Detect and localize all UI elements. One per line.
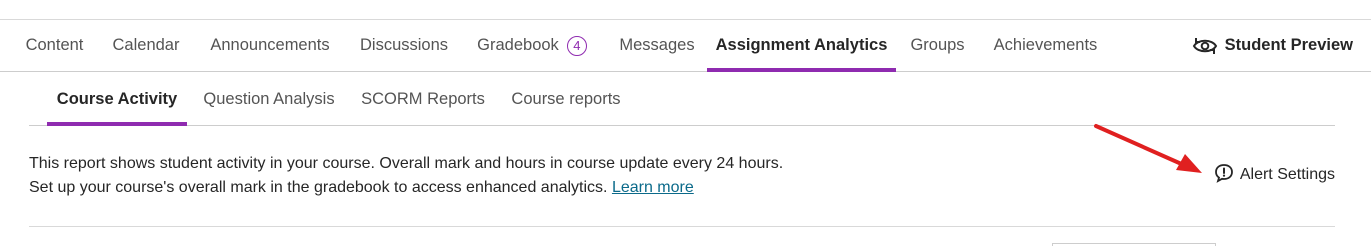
nav-item-label: Groups (910, 36, 965, 54)
alert-bubble-icon (1214, 163, 1234, 188)
annotation-arrow (1094, 124, 1202, 173)
nav-item-label: Messages (619, 36, 695, 54)
tab-scorm-reports[interactable]: SCORM Reports (357, 73, 489, 125)
nav-item-calendar[interactable]: Calendar (106, 20, 186, 71)
report-description: This report shows student activity in yo… (29, 152, 929, 200)
description-line-2-text: Set up your course's overall mark in the… (29, 179, 608, 196)
tab-course-activity[interactable]: Course Activity (47, 73, 187, 126)
tab-label: SCORM Reports (361, 89, 485, 108)
alert-settings-button[interactable]: Alert Settings (1214, 163, 1335, 187)
nav-item-label: Assignment Analytics (715, 36, 888, 54)
nav-item-achievements[interactable]: Achievements (986, 20, 1105, 71)
tab-label: Question Analysis (203, 89, 335, 108)
analytics-tabs: Course Activity Question Analysis SCORM … (29, 73, 1335, 126)
nav-item-label: Announcements (210, 36, 330, 54)
learn-more-link[interactable]: Learn more (612, 179, 694, 196)
nav-item-groups[interactable]: Groups (904, 20, 971, 71)
nav-item-label: Achievements (993, 36, 1098, 54)
nav-item-gradebook[interactable]: Gradebook 4 (469, 20, 595, 71)
nav-item-label: Discussions (359, 36, 449, 54)
course-nav: Content Calendar Announcements Discussio… (0, 20, 1371, 72)
tab-label: Course Activity (56, 89, 178, 108)
notification-badge: 4 (566, 35, 587, 56)
tab-question-analysis[interactable]: Question Analysis (195, 73, 343, 125)
alert-settings-label: Alert Settings (1239, 166, 1335, 183)
nav-item-assignment-analytics[interactable]: Assignment Analytics (707, 20, 896, 72)
nav-item-messages[interactable]: Messages (614, 20, 700, 71)
nav-item-label: Content (25, 36, 84, 54)
nav-item-label: Calendar (112, 36, 180, 54)
nav-item-content[interactable]: Content (18, 20, 91, 71)
tab-course-reports[interactable]: Course reports (503, 73, 629, 125)
description-line-2: Set up your course's overall mark in the… (29, 176, 929, 200)
section-divider (29, 226, 1335, 227)
description-line-1: This report shows student activity in yo… (29, 155, 784, 172)
tab-label: Course reports (511, 89, 621, 108)
eye-refresh-icon (1191, 35, 1219, 57)
nav-item-label: Gradebook (477, 36, 559, 54)
nav-item-discussions[interactable]: Discussions (354, 20, 454, 71)
student-preview-button[interactable]: Student Preview (1191, 20, 1353, 71)
nav-item-announcements[interactable]: Announcements (201, 20, 339, 71)
page: Content Calendar Announcements Discussio… (0, 0, 1371, 246)
student-preview-label: Student Preview (1224, 36, 1353, 54)
